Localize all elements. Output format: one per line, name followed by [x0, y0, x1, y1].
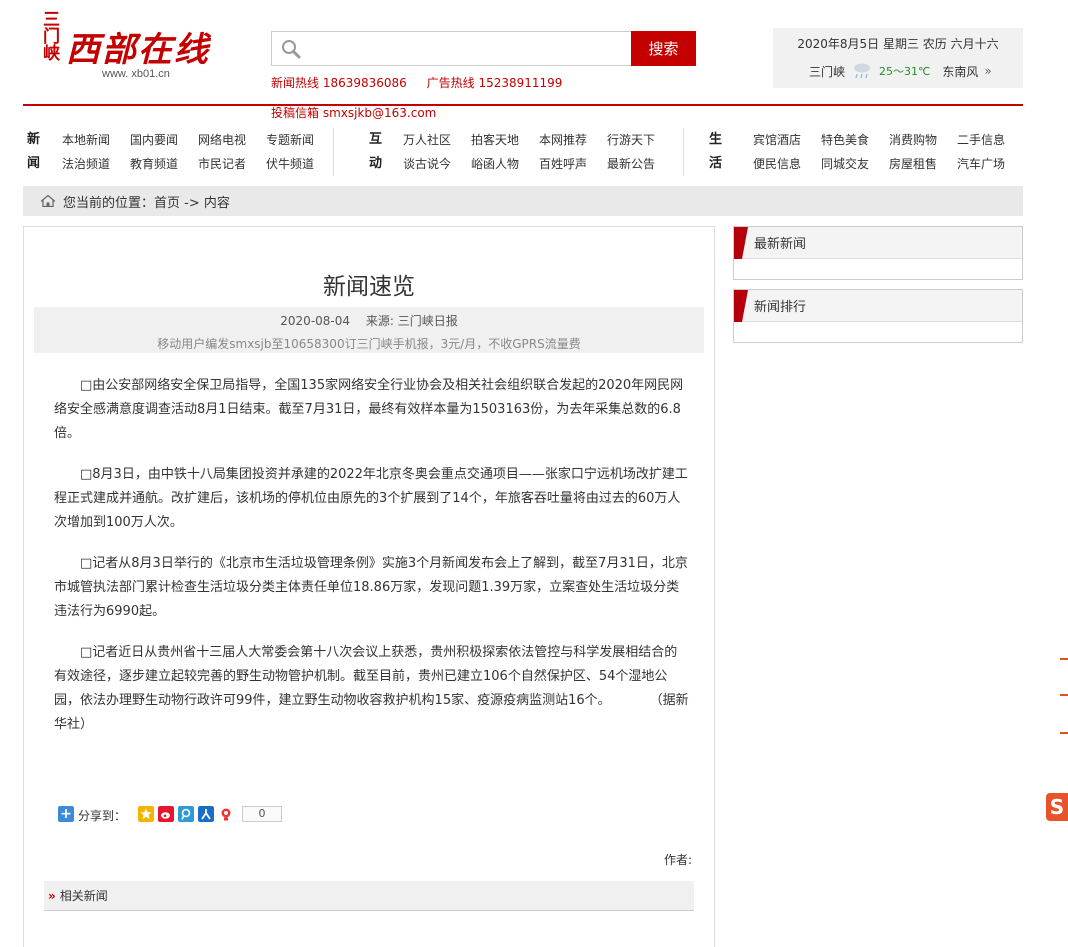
nav-group-head: 新 闻 [27, 132, 41, 171]
related-news-title: 相关新闻 [59, 889, 108, 903]
search-button[interactable]: 搜索 [631, 31, 696, 66]
nav-link-history[interactable]: 谈古说今 [403, 152, 471, 176]
weather-row: 三门峡 25～31℃ 东南风 » [809, 62, 992, 80]
submission-email[interactable]: 投稿信箱 smxsjkb@163.com [271, 104, 436, 121]
nav-group-head: 生 活 [709, 132, 723, 171]
renren-share-icon[interactable] [198, 805, 215, 822]
edge-toolbar-mark[interactable] [1060, 732, 1068, 734]
search-box [271, 31, 631, 66]
article-paragraph: □由公安部网络安全保卫局指导，全国135家网络安全行业协会及相关社会组织联合发起… [54, 378, 684, 441]
weather-wind: 东南风 [942, 64, 979, 79]
latest-news-title: 最新新闻 [754, 237, 807, 252]
article-body: □由公安部网络安全保卫局指导，全国135家网络安全行业协会及相关社会组织联合发起… [54, 374, 690, 754]
ad-hotline: 广告热线 15238911199 [426, 76, 563, 90]
nav-link-cars[interactable]: 汽车广场 [957, 152, 1025, 176]
nav-link-law[interactable]: 法治频道 [62, 152, 130, 176]
article-author: 作者: [664, 853, 693, 867]
share-plus-icon[interactable]: + [58, 805, 74, 822]
breadcrumb-text[interactable]: 您当前的位置：首页 -> 内容 [63, 192, 230, 211]
double-chevron-icon: » [48, 888, 56, 903]
article-paragraph: □记者从8月3日举行的《北京市生活垃圾管理条例》实施3个月新闻发布会上了解到，截… [54, 556, 688, 619]
nav-links: 本地新闻 国内要闻 网络电视 专题新闻 法治频道 教育频道 市民记者 伏牛频道 [62, 128, 334, 176]
sms-subscribe-note: 移动用户编发smxsjb至10658300订三门峡手机报，3元/月，不收GPRS… [157, 337, 581, 351]
sidebar-latest-news: 最新新闻 [733, 226, 1023, 280]
nav-separator [333, 128, 334, 176]
search-icon [282, 40, 301, 59]
hotlines: 新闻热线 18639836086 广告热线 15238911199 [271, 74, 578, 91]
weibo-share-icon[interactable] [158, 805, 175, 822]
sidebar-news-ranking: 新闻排行 [733, 289, 1023, 343]
article-paragraph: □记者近日从贵州省十三届人大常委会第十八次会议上获悉，贵州积极探索依法管控与科学… [54, 645, 689, 732]
article-paragraph: □8月3日，由中铁十八局集团投资并承建的2022年北京冬奥会重点交通项目——张家… [54, 467, 688, 530]
nav-link-education[interactable]: 教育频道 [130, 152, 198, 176]
logo-title: 西部在线 [66, 30, 210, 70]
share-bar: + 分享到： 0 [58, 803, 283, 824]
nav-link-travel[interactable]: 行游天下 [607, 128, 675, 152]
nav-link-second-hand[interactable]: 二手信息 [957, 128, 1025, 152]
site-logo[interactable]: 三门峡 西部在线 www. xb01.cn [38, 8, 228, 88]
header-divider [23, 104, 1023, 106]
nav-link-housing[interactable]: 房屋租售 [889, 152, 957, 176]
weather-widget: 2020年8月5日 星期三 农历 六月十六 三门峡 25～31℃ 东南风 » [773, 28, 1023, 88]
edge-toolbar-mark[interactable] [1060, 658, 1068, 660]
nav-link-voices[interactable]: 百姓呼声 [539, 152, 607, 176]
search-input[interactable] [308, 36, 624, 61]
qq-weibo-share-icon[interactable] [178, 805, 195, 822]
nav-link-local-news[interactable]: 本地新闻 [62, 128, 130, 152]
nav-links: 万人社区 拍客天地 本网推荐 行游天下 谈古说今 峪函人物 百姓呼声 最新公告 [403, 128, 675, 176]
nav-link-funiu[interactable]: 伏牛频道 [266, 152, 334, 176]
weather-city[interactable]: 三门峡 [809, 63, 845, 80]
rain-cloud-icon [854, 63, 871, 79]
nav-group-head: 互 动 [369, 132, 383, 171]
nav-link-food[interactable]: 特色美食 [821, 128, 889, 152]
article-panel: 新闻速览 2020-08-04 来源: 三门峡日报 移动用户编发smxsjb至1… [23, 226, 715, 947]
nav-link-paike[interactable]: 拍客天地 [471, 128, 539, 152]
section-flag-icon [734, 290, 748, 322]
nav-links: 宾馆酒店 特色美食 消费购物 二手信息 便民信息 同城交友 房屋租售 汽车广场 [753, 128, 1025, 176]
article-meta: 2020-08-04 来源: 三门峡日报 移动用户编发smxsjb至106583… [34, 307, 704, 353]
section-flag-icon [734, 227, 748, 259]
nav-link-hotels[interactable]: 宾馆酒店 [753, 128, 821, 152]
article-date: 2020-08-04 [280, 314, 351, 328]
nav-link-dating[interactable]: 同城交友 [821, 152, 889, 176]
weather-temp: 25～31℃ [879, 65, 931, 78]
sogou-input-icon[interactable]: S [1046, 793, 1068, 821]
edge-toolbar-mark[interactable] [1060, 694, 1068, 696]
nav-separator [683, 128, 684, 176]
nav-link-community[interactable]: 万人社区 [403, 128, 471, 152]
nav-link-shopping[interactable]: 消费购物 [889, 128, 957, 152]
logo-city-vertical: 三门峡 [39, 10, 59, 61]
logo-url: www. xb01.cn [102, 68, 170, 80]
article-source: 来源: 三门峡日报 [365, 314, 458, 328]
nav-link-recommend[interactable]: 本网推荐 [539, 128, 607, 152]
nav-link-people[interactable]: 峪函人物 [471, 152, 539, 176]
kaixin-share-icon[interactable] [218, 805, 235, 822]
article-title: 新闻速览 [323, 274, 415, 300]
qzone-share-icon[interactable] [138, 805, 155, 822]
share-count: 0 [242, 805, 283, 822]
news-ranking-title: 新闻排行 [754, 300, 807, 315]
weather-more-icon[interactable]: » [984, 64, 991, 78]
nav-link-special-news[interactable]: 专题新闻 [266, 128, 334, 152]
nav-link-web-tv[interactable]: 网络电视 [198, 128, 266, 152]
main-nav: 新 闻 本地新闻 国内要闻 网络电视 专题新闻 法治频道 教育频道 市民记者 伏… [23, 124, 1023, 176]
weather-date: 2020年8月5日 星期三 农历 六月十六 [797, 37, 999, 51]
home-icon [41, 195, 55, 207]
related-news-header: » 相关新闻 [44, 881, 694, 911]
nav-link-national-news[interactable]: 国内要闻 [130, 128, 198, 152]
nav-link-citizen-reporter[interactable]: 市民记者 [198, 152, 266, 176]
news-hotline: 新闻热线 18639836086 [271, 76, 407, 90]
nav-link-convenience[interactable]: 便民信息 [753, 152, 821, 176]
share-label: 分享到： [78, 809, 127, 823]
breadcrumb: 您当前的位置：首页 -> 内容 [23, 186, 1023, 216]
nav-link-notices[interactable]: 最新公告 [607, 152, 675, 176]
